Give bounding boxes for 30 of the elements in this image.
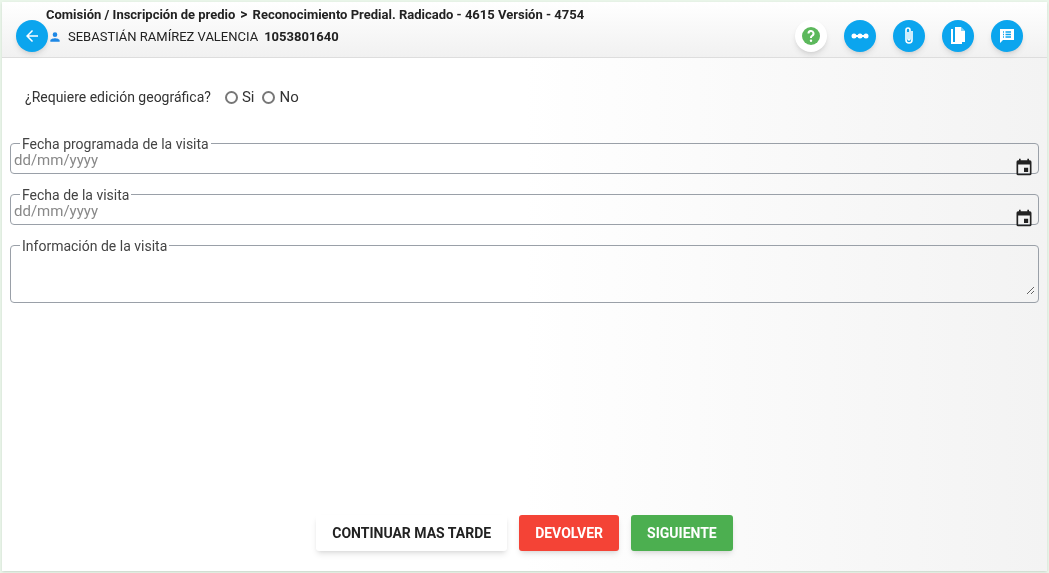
message-list-button[interactable] [991, 20, 1023, 52]
calendar-icon [1014, 156, 1034, 177]
date-field[interactable]: Fecha programada de la visita dd/mm/yyyy [10, 136, 1039, 174]
field-label: Fecha programada de la visita [21, 136, 210, 151]
option-label: Si [241, 87, 255, 108]
back-button[interactable] [16, 20, 48, 52]
date-field[interactable]: Fecha de la visita dd/mm/yyyy [10, 187, 1039, 225]
breadcrumb: Comisión / Inscripción de predio [46, 6, 236, 24]
copy-document-button[interactable] [942, 20, 974, 52]
date-input[interactable]: dd/mm/yyyy [14, 199, 1035, 222]
user-id: 1053801640 [264, 28, 339, 47]
calendar-icon [1014, 207, 1034, 228]
person-icon [48, 30, 62, 44]
chevron-text: > [240, 5, 248, 25]
radio-button[interactable] [262, 90, 276, 104]
page-title: Reconocimiento Predial. Radicado - 4615 Versión - 4754 [252, 6, 585, 24]
option-label: No [279, 87, 299, 108]
field-label: Información de la visita [21, 238, 169, 253]
paperclip-button[interactable] [893, 20, 925, 52]
text-area-field[interactable]: Información de la visita [10, 238, 1039, 303]
question-label: ¿Requiere edición geográfica? [25, 87, 211, 107]
user-name: SEBASTIÁN RAMÍREZ VALENCIA [68, 28, 259, 47]
radio-button[interactable] [224, 90, 238, 104]
field-label: Fecha de la visita [21, 187, 131, 202]
action-button[interactable]: DEVOLVER [519, 515, 620, 551]
help-icon [799, 24, 823, 48]
dots-line-button[interactable] [844, 20, 876, 52]
dots-line-icon [851, 33, 869, 39]
action-button[interactable]: CONTINUAR MAS TARDE [316, 515, 508, 551]
help-button[interactable] [795, 20, 827, 52]
